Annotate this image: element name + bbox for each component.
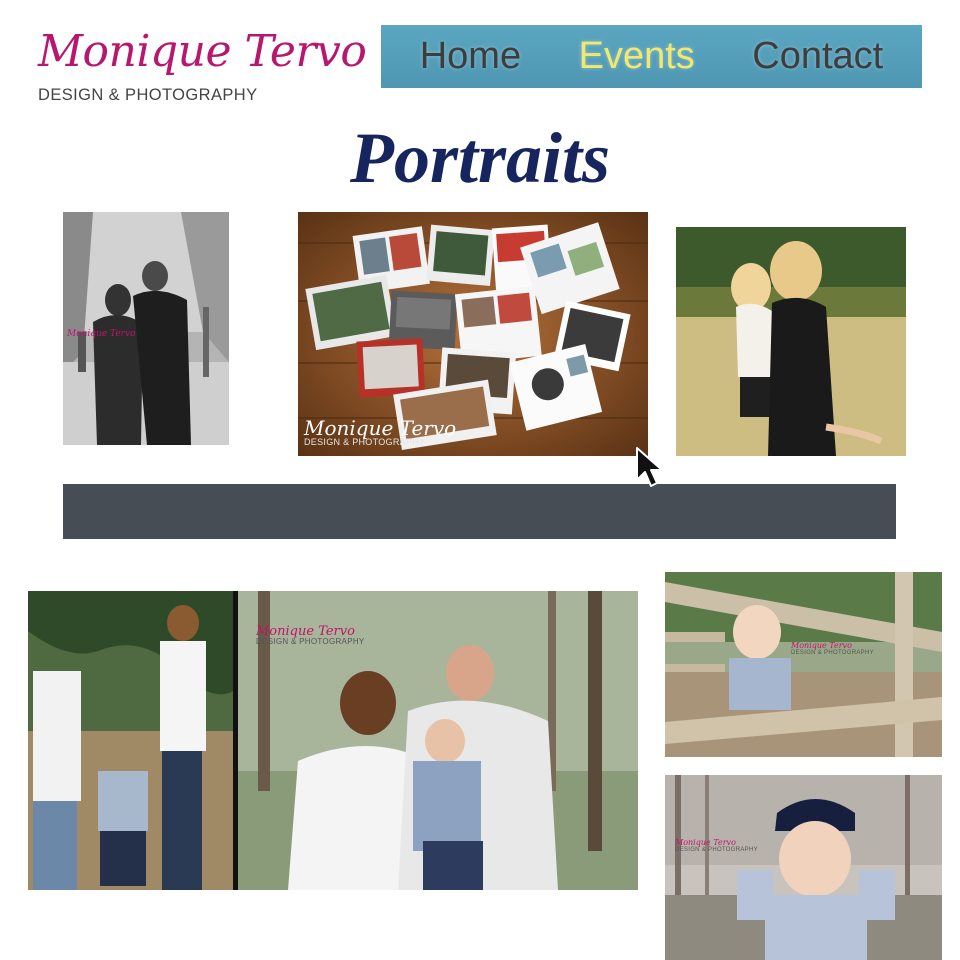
- family-collage-photo[interactable]: Monique Tervo DESIGN & PHOTOGRAPHY: [28, 591, 638, 890]
- baby-cap-photo[interactable]: Monique Tervo DESIGN & PHOTOGRAPHY: [665, 775, 942, 960]
- logo-tagline: DESIGN & PHOTOGRAPHY: [38, 86, 258, 104]
- mother-daughter-photo[interactable]: [676, 227, 906, 456]
- mouse-cursor-icon: [636, 447, 663, 487]
- logo-name: Monique Tervo: [38, 26, 367, 77]
- nav-events-link[interactable]: Events: [579, 35, 695, 78]
- baby-fence-photo[interactable]: Monique Tervo DESIGN & PHOTOGRAPHY: [665, 572, 942, 757]
- couple-bw-photo[interactable]: Monique Tervo: [63, 212, 229, 445]
- main-nav: Home Events Contact: [381, 25, 922, 88]
- holiday-cards-photo[interactable]: Monique Tervo DESIGN & PHOTOGRAPHY: [298, 212, 648, 456]
- page-title: Portraits: [349, 118, 611, 198]
- gray-banner-bar: [63, 484, 896, 539]
- nav-home-link[interactable]: Home: [420, 35, 521, 78]
- site-logo[interactable]: Monique Tervo DESIGN & PHOTOGRAPHY: [36, 30, 367, 114]
- nav-contact-link[interactable]: Contact: [752, 35, 883, 78]
